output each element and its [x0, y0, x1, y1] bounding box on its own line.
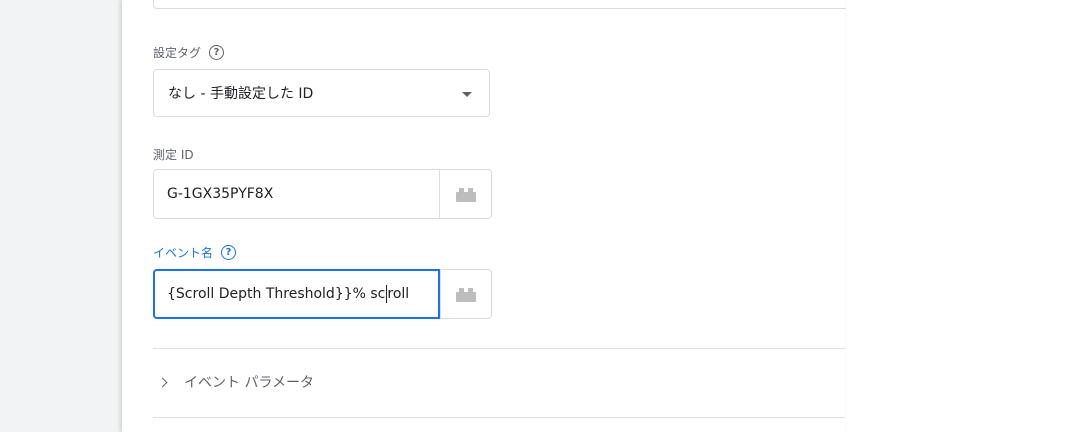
event-name-value-before-cursor: {Scroll Depth Threshold}}% sc	[167, 286, 386, 302]
section-divider	[153, 348, 845, 349]
variable-brick-icon	[456, 288, 476, 302]
config-tag-label-row: 設定タグ ?	[153, 44, 225, 61]
help-icon[interactable]: ?	[221, 245, 237, 260]
event-name-input[interactable]: {Scroll Depth Threshold}}% sc roll	[153, 269, 440, 319]
event-parameters-label: イベント パラメータ	[184, 375, 315, 391]
tag-config-panel: 設定タグ ? なし - 手動設定した ID 測定 ID G-1GX35PYF8X…	[122, 0, 846, 432]
help-icon[interactable]: ?	[209, 45, 225, 60]
variable-brick-icon	[455, 188, 476, 202]
measurement-id-group: G-1GX35PYF8X	[153, 169, 492, 219]
section-divider	[153, 417, 845, 418]
event-parameters-expander[interactable]: イベント パラメータ	[153, 366, 314, 398]
measurement-id-input[interactable]: G-1GX35PYF8X	[153, 169, 440, 219]
measurement-id-label: 測定 ID	[153, 148, 194, 162]
measurement-id-label-row: 測定 ID	[153, 146, 194, 163]
insert-variable-button[interactable]	[440, 269, 492, 319]
config-tag-selected-value: なし - 手動設定した ID	[168, 86, 314, 102]
config-tag-select[interactable]: なし - 手動設定した ID	[153, 69, 490, 117]
left-gutter	[0, 0, 122, 432]
config-tag-label: 設定タグ	[153, 46, 202, 60]
event-name-label-row: イベント名 ?	[153, 244, 237, 261]
event-name-group: {Scroll Depth Threshold}}% sc roll	[153, 269, 492, 319]
event-name-value-after-cursor: roll	[387, 286, 410, 302]
chevron-right-icon	[157, 377, 168, 387]
previous-field-edge	[153, 0, 846, 9]
measurement-id-value: G-1GX35PYF8X	[167, 186, 274, 202]
event-name-label: イベント名	[153, 246, 214, 260]
caret-down-icon	[462, 92, 472, 97]
insert-variable-button[interactable]	[440, 169, 492, 219]
